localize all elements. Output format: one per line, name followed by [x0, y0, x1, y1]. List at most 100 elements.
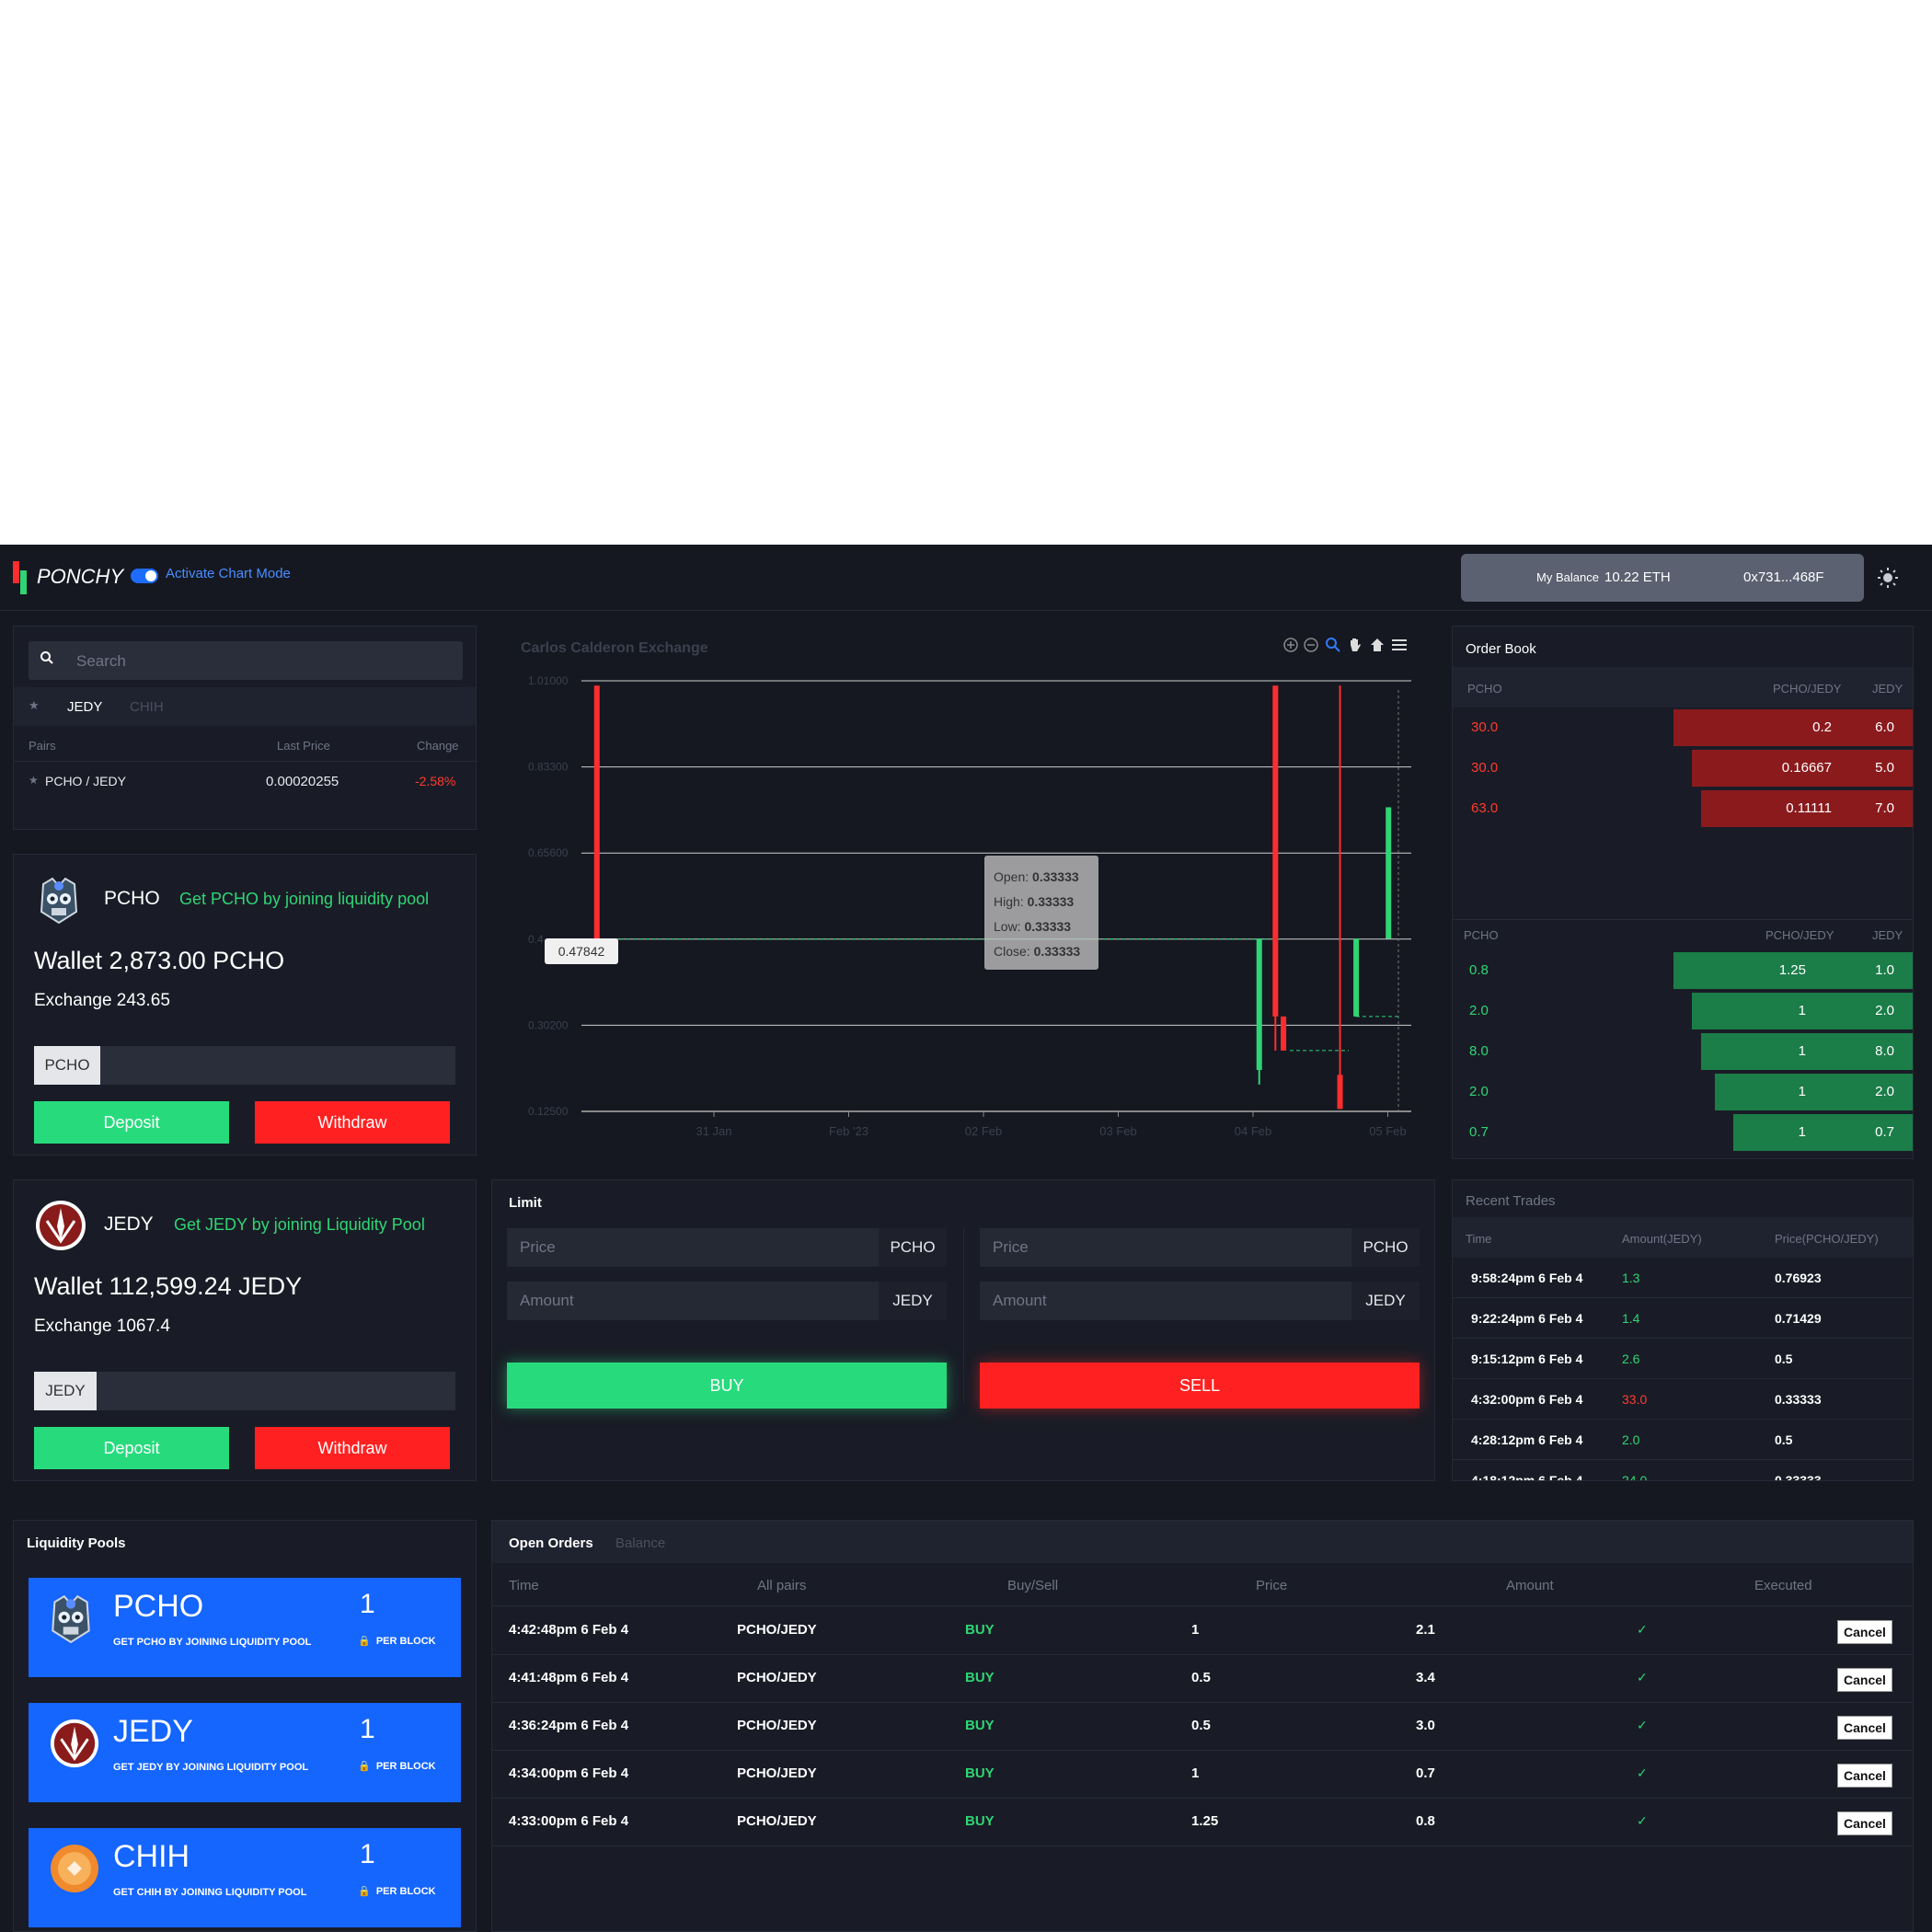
asks-col-2: PCHO/JEDY: [1773, 682, 1842, 696]
bid-row[interactable]: 0.7 1 0.7: [1453, 1112, 1913, 1153]
orders-col-side: Buy/Sell: [1007, 1578, 1059, 1593]
pcho-promo-link[interactable]: Get PCHO by joining liquidity pool: [179, 890, 429, 909]
sell-price-input[interactable]: Price PCHO: [980, 1228, 1420, 1267]
cancel-button[interactable]: Cancel: [1837, 1764, 1892, 1788]
pcho-withdraw-button[interactable]: Withdraw: [255, 1101, 450, 1144]
trade-row: 4:18:12pm 6 Feb 4 24.0 0.33333: [1453, 1460, 1913, 1480]
bid-price: 1: [1798, 1043, 1806, 1059]
jedy-logo-icon: [34, 1199, 87, 1252]
trade-time: 4:32:00pm 6 Feb 4: [1471, 1392, 1583, 1407]
candlestick-chart[interactable]: 1.01000 0.83300 0.65600 0.4 0.30200 0.12500 31…: [491, 626, 1435, 1159]
jedy-deposit-button[interactable]: Deposit: [34, 1427, 229, 1469]
star-icon[interactable]: ★: [29, 698, 40, 713]
chart-mode-label[interactable]: Activate Chart Mode: [166, 566, 291, 581]
crosshair-value: 0.47842: [558, 944, 605, 959]
pool-card-jedy[interactable]: JEDY GET JEDY BY JOINING LIQUIDITY POOL …: [29, 1703, 461, 1802]
pair-change: -2.58%: [415, 774, 456, 788]
cancel-button[interactable]: Cancel: [1837, 1620, 1892, 1644]
buy-price-input[interactable]: Price PCHO: [507, 1228, 947, 1267]
ask-row[interactable]: 30.0 0.16667 5.0: [1453, 748, 1913, 788]
pcho-token-name: PCHO: [104, 888, 160, 909]
bid-row[interactable]: 2.0 1 2.0: [1453, 991, 1913, 1031]
bid-price: 1: [1798, 1084, 1806, 1099]
buy-amount-input[interactable]: Amount JEDY: [507, 1282, 947, 1320]
candle-body[interactable]: [593, 685, 600, 939]
y-tick-label: 1.01000: [528, 674, 569, 687]
x-tick-label: 02 Feb: [965, 1124, 1002, 1138]
order-pair: PCHO/JEDY: [737, 1813, 817, 1829]
order-book-title: Order Book: [1466, 641, 1536, 657]
order-side: BUY: [965, 1718, 995, 1733]
wallet-address[interactable]: 0x731...468F: [1743, 569, 1824, 585]
sell-amount-placeholder: Amount: [993, 1292, 1047, 1309]
balance-box[interactable]: My Balance 10.22 ETH 0x731...468F: [1461, 554, 1864, 602]
pool-name: PCHO: [113, 1589, 204, 1624]
order-time: 4:41:48pm 6 Feb 4: [509, 1670, 629, 1685]
order-price: 1.25: [1191, 1813, 1219, 1829]
pool-description: GET PCHO BY JOINING LIQUIDITY POOL: [113, 1637, 312, 1648]
sell-amount-input[interactable]: Amount JEDY: [980, 1282, 1420, 1320]
asks-list: 30.0 0.2 6.0 30.0 0.16667 5.0 63.0 0.11111 7.0: [1453, 707, 1913, 836]
cancel-button[interactable]: Cancel: [1837, 1716, 1892, 1740]
ask-row[interactable]: 63.0 0.11111 7.0: [1453, 788, 1913, 829]
jedy-promo-link[interactable]: Get JEDY by joining Liquidity Pool: [174, 1215, 425, 1235]
tab-open-orders[interactable]: Open Orders: [509, 1535, 593, 1551]
candle-body[interactable]: [1353, 938, 1360, 1017]
col-change: Change: [417, 739, 459, 753]
order-row: 4:41:48pm 6 Feb 4 PCHO/JEDY BUY 0.5 3.4 ✓ Canc…: [492, 1655, 1913, 1703]
pcho-pool-logo-icon: [49, 1593, 100, 1644]
jedy-withdraw-button[interactable]: Withdraw: [255, 1427, 450, 1469]
pool-per-block: 🔒 PER BLOCK: [358, 1636, 436, 1647]
pool-card-chih[interactable]: CHIH GET CHIH BY JOINING LIQUIDITY POOL …: [29, 1828, 461, 1927]
trade-price: 0.5: [1775, 1432, 1793, 1447]
order-pair: PCHO/JEDY: [737, 1670, 817, 1685]
trade-time: 4:28:12pm 6 Feb 4: [1471, 1432, 1583, 1447]
check-circle-icon: ✓: [1637, 1765, 1648, 1780]
favorite-star-icon[interactable]: ★: [29, 774, 39, 787]
tab-jedy[interactable]: JEDY: [67, 699, 102, 715]
ask-row[interactable]: 30.0 0.2 6.0: [1453, 707, 1913, 748]
trade-amount: 33.0: [1622, 1392, 1648, 1407]
bid-price: 1: [1798, 1124, 1806, 1140]
pool-reward: 1: [360, 1839, 375, 1869]
candle-body[interactable]: [1256, 938, 1262, 1071]
ask-amount: 30.0: [1471, 760, 1499, 776]
candle-body[interactable]: [1337, 1075, 1343, 1110]
tooltip-high-label: High:: [994, 894, 1024, 909]
trade-price: 0.5: [1775, 1351, 1793, 1366]
buy-button[interactable]: BUY: [507, 1363, 947, 1409]
asks-col-1: PCHO: [1467, 682, 1502, 696]
logo[interactable]: PONCHY: [13, 559, 123, 596]
candle-body[interactable]: [1272, 685, 1279, 1017]
bid-total: 0.7: [1875, 1124, 1894, 1140]
ask-total: 6.0: [1875, 719, 1894, 735]
candle-body[interactable]: [1386, 807, 1392, 939]
market-row[interactable]: ★ PCHO / JEDY 0.00020255 -2.58%: [14, 763, 476, 799]
pool-reward: 1: [360, 1589, 375, 1619]
chart-mode-toggle[interactable]: [131, 569, 158, 583]
trade-time: 9:58:24pm 6 Feb 4: [1471, 1271, 1583, 1285]
pool-description: GET JEDY BY JOINING LIQUIDITY POOL: [113, 1762, 309, 1773]
search-placeholder: Search: [76, 652, 126, 670]
order-price: 1: [1191, 1765, 1200, 1781]
pcho-deposit-button[interactable]: Deposit: [34, 1101, 229, 1144]
bid-row[interactable]: 8.0 1 8.0: [1453, 1031, 1913, 1072]
pcho-exchange-balance: Exchange 243.65: [34, 991, 170, 1010]
cancel-button[interactable]: Cancel: [1837, 1811, 1892, 1835]
bid-row[interactable]: 2.0 1 2.0: [1453, 1072, 1913, 1112]
jedy-amount-input[interactable]: JEDY: [34, 1372, 455, 1410]
bid-row[interactable]: 0.8 1.25 1.0: [1453, 950, 1913, 991]
tab-chih[interactable]: CHIH: [130, 699, 164, 715]
sell-button[interactable]: SELL: [980, 1363, 1420, 1409]
search-input[interactable]: Search: [29, 641, 463, 680]
tab-balance[interactable]: Balance: [615, 1535, 665, 1551]
sun-icon[interactable]: [1877, 567, 1899, 589]
cancel-button[interactable]: Cancel: [1837, 1668, 1892, 1692]
trades-list: 9:58:24pm 6 Feb 4 1.3 0.76923 9:22:24pm 6 F…: [1453, 1258, 1913, 1480]
pcho-amount-input[interactable]: PCHO: [34, 1046, 455, 1085]
pool-card-pcho[interactable]: PCHO GET PCHO BY JOINING LIQUIDITY POOL …: [29, 1578, 461, 1677]
order-time: 4:33:00pm 6 Feb 4: [509, 1813, 629, 1829]
tooltip-close-value: 0.33333: [1033, 944, 1081, 959]
candle-body[interactable]: [1281, 1016, 1287, 1051]
order-row: 4:34:00pm 6 Feb 4 PCHO/JEDY BUY 1 0.7 ✓ Cancel: [492, 1751, 1913, 1799]
